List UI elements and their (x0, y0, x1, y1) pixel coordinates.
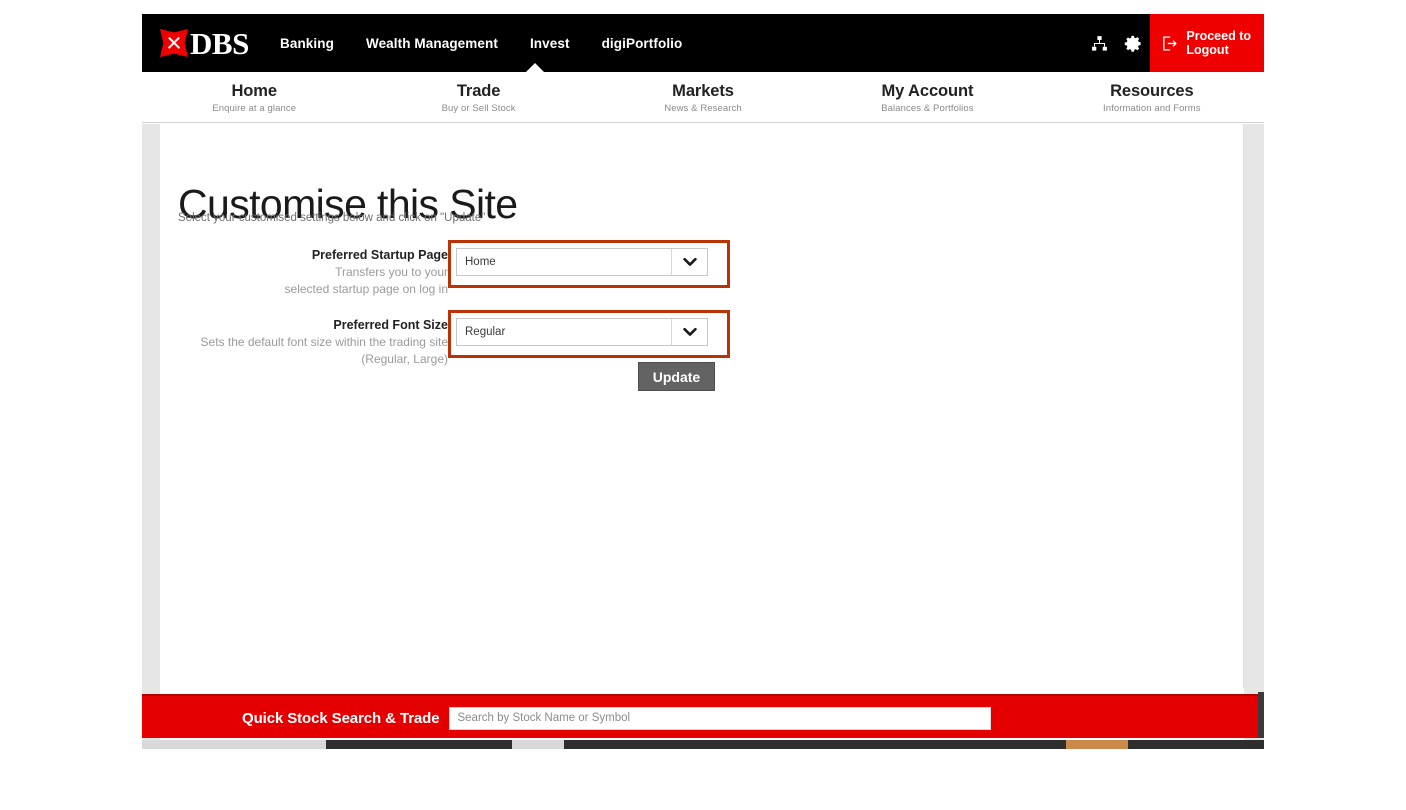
primary-nav: Banking Wealth Management Invest digiPor… (278, 14, 684, 72)
hint-font-size-line2: (Regular, Large) (361, 352, 448, 367)
subnav-item-trade[interactable]: Trade Buy or Sell Stock (366, 72, 590, 122)
below-fold-seg-4 (564, 740, 1066, 749)
dbs-logo-text: DBS (190, 25, 249, 61)
quick-stock-search-inner: Quick Stock Search & Trade Search by Sto… (242, 696, 1258, 740)
stock-search-placeholder: Search by Stock Name or Symbol (457, 712, 631, 724)
label-preferred-startup-page: Preferred Startup Page Transfers you to … (142, 246, 448, 298)
active-section-caret-icon (526, 63, 544, 72)
scroll-gutter[interactable] (1244, 234, 1264, 749)
footer-right-dark-strip (1258, 692, 1264, 738)
subnav-title-resources: Resources (1110, 81, 1194, 100)
page-body: Customise this Site Select your customis… (142, 124, 1264, 749)
hint-startup-page-line2: selected startup page on log in (284, 282, 448, 297)
page-subtitle: Select your customised settings below an… (178, 212, 486, 224)
global-header: DBS Banking Wealth Management Invest dig… (142, 14, 1264, 72)
nav-item-digiportfolio[interactable]: digiPortfolio (600, 34, 685, 53)
subnav-subtitle-my-account: Balances & Portfolios (881, 103, 974, 115)
left-gutter (142, 234, 160, 749)
dbs-logo[interactable]: DBS (160, 26, 249, 60)
dbs-diamond-logo-icon (160, 29, 188, 57)
stock-search-input[interactable]: Search by Stock Name or Symbol (449, 706, 992, 730)
subnav-item-home[interactable]: Home Enquire at a glance (142, 72, 366, 122)
gear-icon[interactable] (1116, 14, 1150, 72)
select-preferred-startup-page[interactable]: Home (456, 248, 708, 276)
header-tools: Proceed to Logout (1082, 14, 1264, 72)
below-fold-seg-6 (1128, 740, 1264, 749)
label-text-font-size: Preferred Font Size (333, 318, 448, 332)
chevron-down-icon[interactable] (671, 249, 707, 275)
select-preferred-font-size[interactable]: Regular (456, 318, 708, 346)
logout-arrow-icon (1161, 35, 1178, 52)
logout-label-line2: Logout (1186, 43, 1229, 57)
below-fold-strip (142, 740, 1264, 749)
label-text-startup-page: Preferred Startup Page (311, 248, 448, 262)
logout-label: Proceed to Logout (1186, 29, 1251, 57)
nav-item-wealth-management[interactable]: Wealth Management (364, 34, 500, 53)
logout-label-line1: Proceed to (1186, 29, 1251, 43)
nav-item-banking[interactable]: Banking (278, 34, 336, 53)
below-fold-seg-5 (1066, 740, 1128, 749)
nav-item-invest[interactable]: Invest (528, 34, 572, 53)
label-preferred-font-size: Preferred Font Size Sets the default fon… (142, 316, 448, 368)
below-fold-seg-1 (142, 740, 326, 749)
subnav-item-my-account[interactable]: My Account Balances & Portfolios (815, 72, 1039, 122)
subnav-item-markets[interactable]: Markets News & Research (591, 72, 815, 122)
select-value-font-size: Regular (465, 326, 506, 338)
subnav-subtitle-trade: Buy or Sell Stock (441, 103, 516, 115)
quick-stock-search-bar: Quick Stock Search & Trade Search by Sto… (142, 694, 1258, 738)
quick-stock-search-label: Quick Stock Search & Trade (242, 709, 440, 727)
subnav-subtitle-resources: Information and Forms (1102, 103, 1201, 115)
browser-viewport: DBS Banking Wealth Management Invest dig… (142, 14, 1264, 749)
subnav-subtitle-home: Enquire at a glance (212, 103, 297, 115)
select-value-startup-page: Home (465, 256, 496, 268)
hint-font-size-line1: Sets the default font size within the tr… (200, 335, 448, 350)
chevron-down-icon[interactable] (671, 319, 707, 345)
subnav-item-resources[interactable]: Resources Information and Forms (1040, 72, 1264, 122)
subnav-title-trade: Trade (456, 81, 501, 100)
screenshot-root: DBS Banking Wealth Management Invest dig… (0, 0, 1406, 810)
subnav-title-home: Home (231, 81, 277, 100)
proceed-to-logout-button[interactable]: Proceed to Logout (1150, 14, 1264, 72)
sitemap-icon[interactable] (1082, 14, 1116, 72)
subnav-subtitle-markets: News & Research (664, 103, 742, 115)
below-fold-seg-3 (512, 740, 564, 749)
below-fold-seg-2 (326, 740, 512, 749)
secondary-nav: Home Enquire at a glance Trade Buy or Se… (142, 72, 1264, 123)
hint-startup-page-line1: Transfers you to your (335, 265, 448, 280)
update-button[interactable]: Update (638, 362, 715, 391)
content-panel: Customise this Site Select your customis… (160, 124, 1244, 688)
subnav-title-markets: Markets (672, 81, 734, 100)
subnav-title-my-account: My Account (881, 81, 974, 100)
